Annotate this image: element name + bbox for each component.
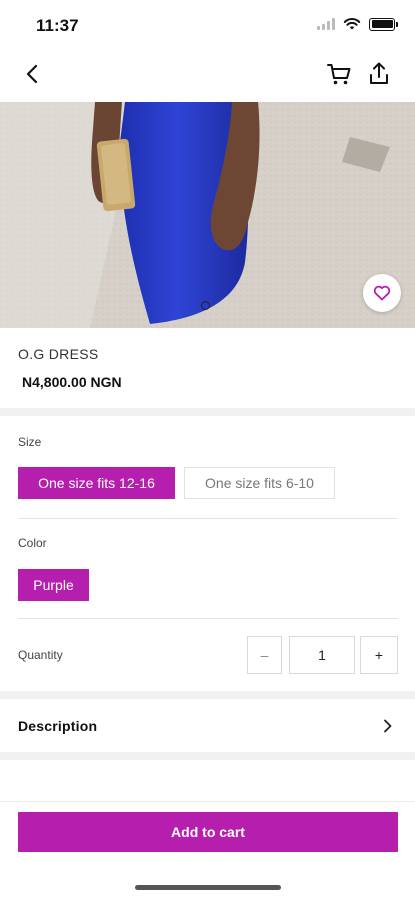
- section-divider: [0, 752, 415, 760]
- size-option-6-10[interactable]: One size fits 6-10: [184, 467, 335, 499]
- section-divider: [0, 691, 415, 699]
- add-to-cart-button[interactable]: Add to cart: [18, 812, 398, 852]
- status-time: 11:37: [36, 16, 79, 35]
- cart-icon: [327, 64, 351, 85]
- product-name: O.G DRESS: [18, 346, 99, 362]
- cart-button[interactable]: [325, 60, 353, 88]
- favorite-button[interactable]: [363, 274, 401, 312]
- carousel-dot-indicator: [201, 301, 210, 310]
- product-image[interactable]: [0, 102, 415, 328]
- status-bar: 11:37: [0, 0, 415, 48]
- share-button[interactable]: [365, 60, 393, 88]
- quantity-decrement-button[interactable]: –: [247, 636, 282, 674]
- divider: [18, 618, 398, 619]
- nav-bar: [0, 48, 415, 102]
- back-button[interactable]: [18, 60, 46, 88]
- cellular-signal-icon: [317, 18, 335, 30]
- product-photo: [0, 102, 415, 328]
- chevron-right-icon: [384, 719, 392, 733]
- size-option-12-16[interactable]: One size fits 12-16: [18, 467, 175, 499]
- color-option-purple[interactable]: Purple: [18, 569, 89, 601]
- color-label: Color: [18, 536, 47, 550]
- divider: [18, 518, 398, 519]
- heart-icon: [373, 285, 391, 301]
- wifi-icon: [343, 18, 361, 30]
- home-indicator: [135, 885, 281, 890]
- size-label: Size: [18, 435, 42, 449]
- share-icon: [370, 62, 388, 84]
- battery-icon: [369, 17, 398, 31]
- status-icons: [317, 17, 398, 31]
- quantity-value[interactable]: 1: [289, 636, 355, 674]
- description-label: Description: [18, 718, 98, 734]
- chevron-left-icon: [26, 64, 38, 84]
- quantity-label: Quantity: [18, 648, 63, 662]
- description-row[interactable]: Description: [0, 700, 415, 752]
- section-divider: [0, 408, 415, 416]
- quantity-increment-button[interactable]: +: [360, 636, 398, 674]
- product-price: N4,800.00 NGN: [22, 374, 122, 390]
- bottom-bar-border: [0, 801, 415, 802]
